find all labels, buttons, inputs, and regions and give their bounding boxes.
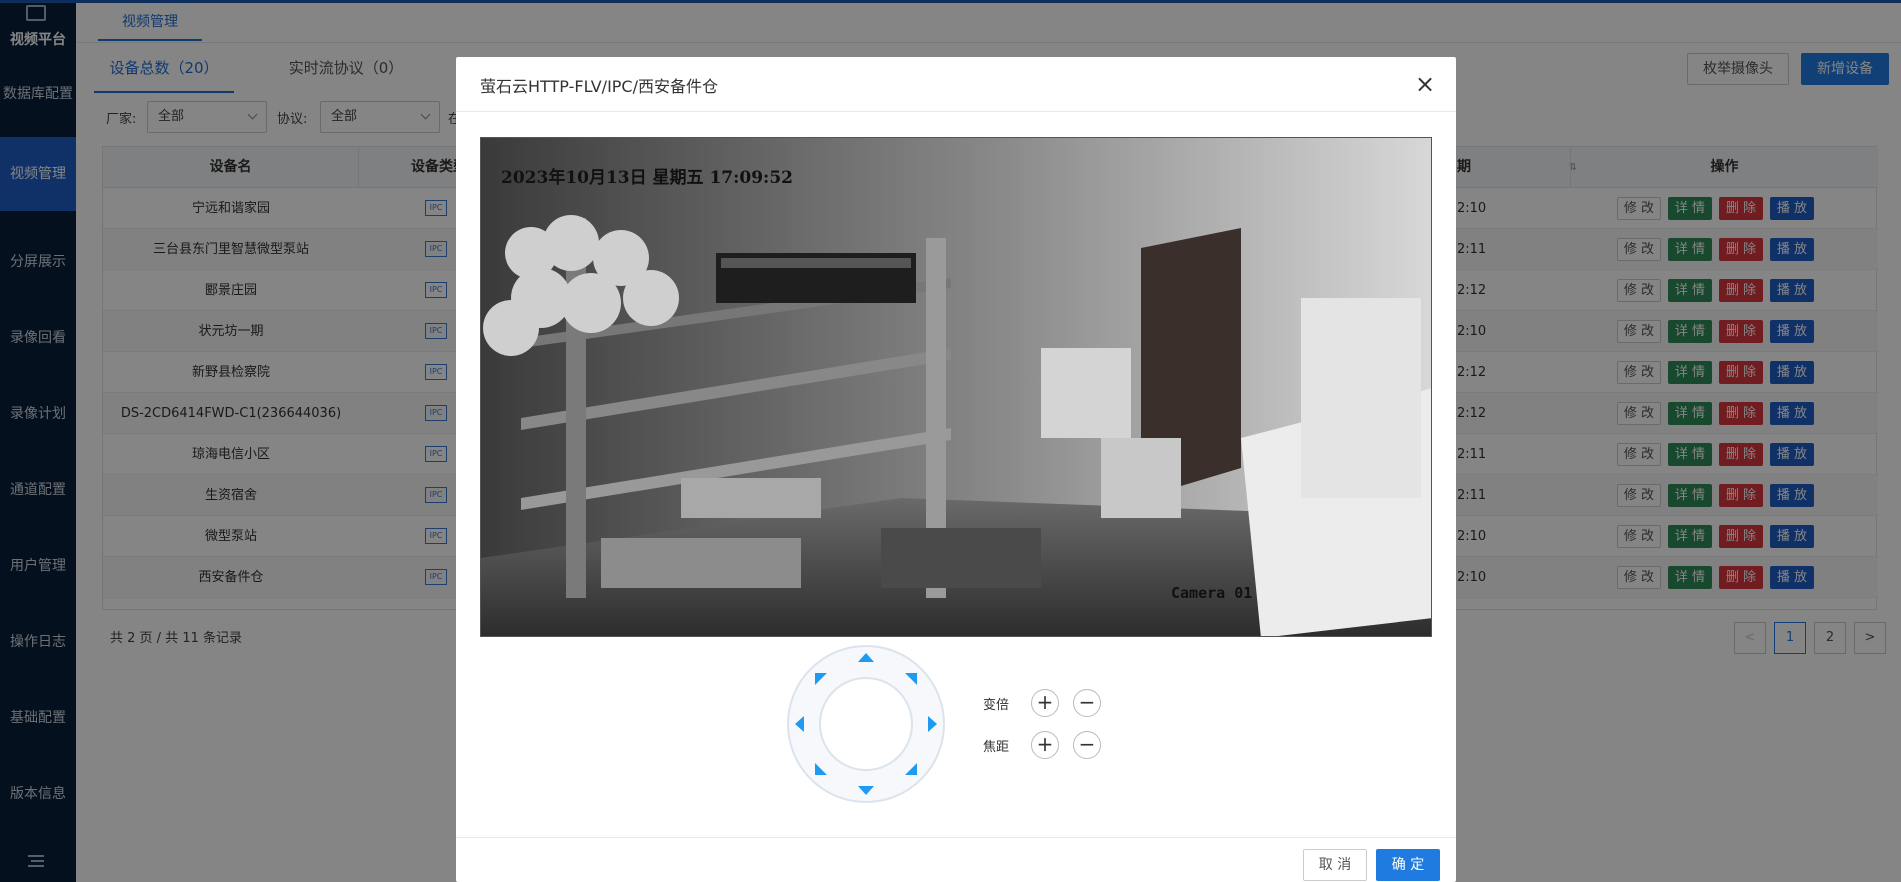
- confirm-button[interactable]: 确 定: [1376, 849, 1440, 881]
- focus-in-button[interactable]: +: [1031, 731, 1059, 759]
- modal-footer: 取 消 确 定: [456, 837, 1456, 882]
- ptz-controller: [786, 644, 946, 804]
- focus-label: 焦距: [983, 740, 1010, 755]
- zoom-out-button[interactable]: −: [1073, 689, 1101, 717]
- close-icon[interactable]: ×: [1412, 71, 1438, 97]
- video-frame: 2023年10月13日 星期五 17:09:52 Camera 01: [481, 138, 1431, 636]
- video-preview-modal: 萤石云HTTP-FLV/IPC/西安备件仓 × 2023年10月13日 星期五 …: [456, 57, 1456, 882]
- ptz-center[interactable]: [819, 677, 913, 771]
- video-timestamp: 2023年10月13日 星期五 17:09:52: [501, 167, 793, 188]
- modal-title: 萤石云HTTP-FLV/IPC/西安备件仓: [480, 77, 718, 96]
- zoom-in-button[interactable]: +: [1031, 689, 1059, 717]
- video-player[interactable]: 2023年10月13日 星期五 17:09:52 Camera 01: [480, 137, 1432, 637]
- focus-out-button[interactable]: −: [1073, 731, 1101, 759]
- cancel-button[interactable]: 取 消: [1303, 849, 1367, 881]
- video-camera-label: Camera 01: [1171, 584, 1252, 602]
- modal-header: 萤石云HTTP-FLV/IPC/西安备件仓 ×: [456, 57, 1456, 112]
- zoom-label: 变倍: [983, 698, 1010, 713]
